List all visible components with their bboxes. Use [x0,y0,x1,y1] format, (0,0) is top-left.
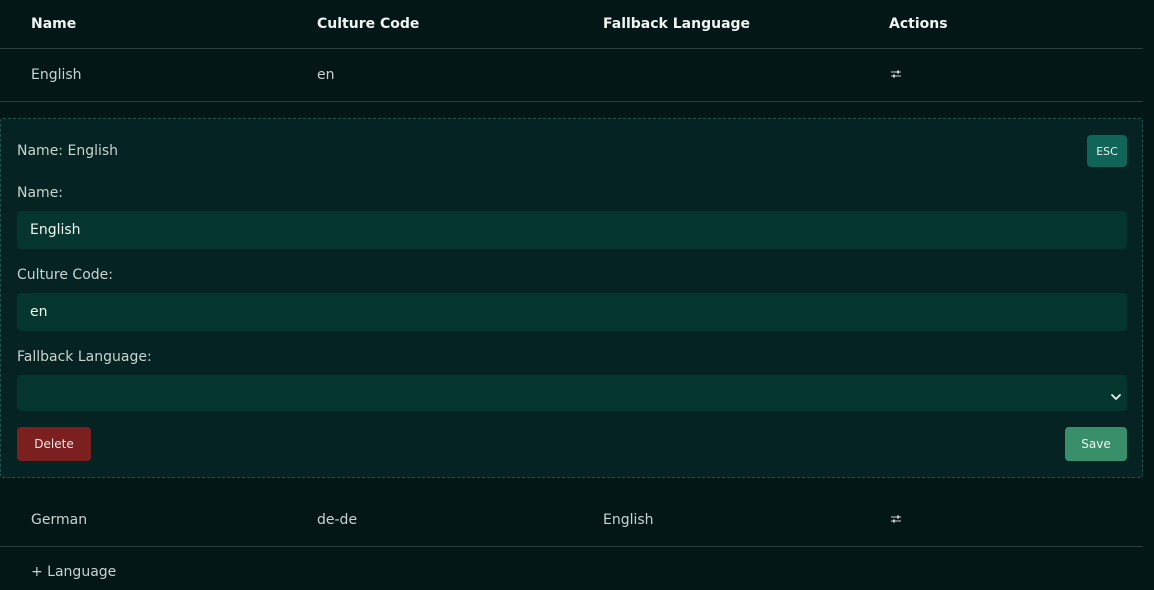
edit-panel-title: Name: English [17,143,119,159]
table-row: German de-de English [0,494,1143,547]
column-header-culture-code: Culture Code [317,16,420,32]
languages-page: Name Culture Code Fallback Language Acti… [0,0,1154,590]
name-input[interactable] [17,211,1127,249]
culture-code-input[interactable] [17,293,1127,331]
name-field-label: Name: [17,185,64,201]
column-header-fallback-language: Fallback Language [603,16,751,32]
culture-code-field-label: Culture Code: [17,267,113,283]
column-header-name: Name [31,16,77,32]
language-culture-code: de-de [317,512,358,528]
fallback-language-select[interactable] [17,375,1127,411]
language-culture-code: en [317,67,335,83]
table-header: Name Culture Code Fallback Language Acti… [0,0,1143,49]
row-actions [889,49,903,101]
fallback-language-field-label: Fallback Language: [17,349,152,365]
delete-button[interactable]: Delete [17,427,91,461]
chevron-down-icon [1110,387,1122,400]
save-button[interactable]: Save [1065,427,1127,461]
language-name: German [31,512,88,528]
language-edit-panel: Name: English ESC Name: Culture Code: Fa… [0,118,1143,478]
row-actions [889,494,903,546]
language-fallback: English [603,512,654,528]
filter-icon[interactable] [889,514,903,526]
column-header-actions: Actions [889,16,948,32]
filter-icon[interactable] [889,69,903,81]
add-language-link[interactable]: + Language [31,564,116,580]
language-name: English [31,67,82,83]
table-row: English en [0,49,1143,102]
esc-button[interactable]: ESC [1087,135,1127,167]
